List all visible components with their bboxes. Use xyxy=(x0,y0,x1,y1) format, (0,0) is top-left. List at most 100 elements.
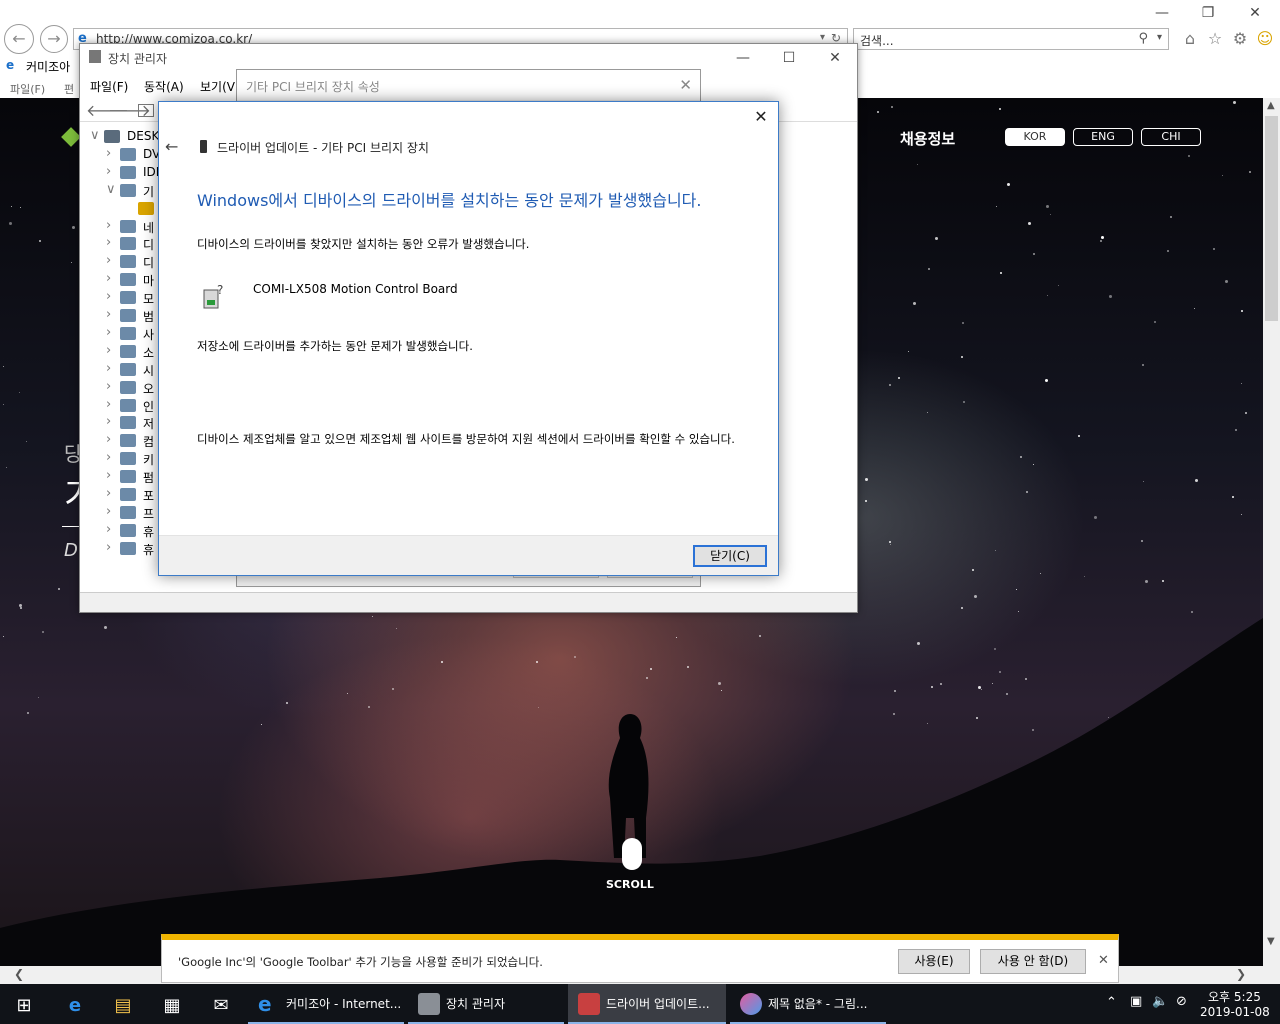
device-category-icon xyxy=(120,291,136,305)
search-icon[interactable]: ⚲ xyxy=(1138,31,1148,46)
back-icon[interactable]: ← xyxy=(4,24,34,54)
browser-tab[interactable]: e 커미조아 xyxy=(0,55,80,77)
dialog-footer: 닫기(C) xyxy=(159,535,778,575)
clock-date[interactable]: 2019-01-08 xyxy=(1200,1005,1270,1019)
device-category-icon xyxy=(104,130,120,143)
lang-eng-button[interactable]: ENG xyxy=(1073,128,1133,146)
file-explorer-icon[interactable]: ▤ xyxy=(99,988,147,1024)
chevron-down-icon[interactable]: ∨ xyxy=(106,182,116,197)
device-category-icon xyxy=(120,237,136,251)
task-device-manager[interactable]: 장치 관리자 xyxy=(408,984,564,1024)
clock-time[interactable]: 오후 5:25 xyxy=(1208,988,1261,1005)
tree-item-label: 디 xyxy=(143,238,155,253)
chevron-right-icon[interactable]: › xyxy=(106,164,111,179)
scroll-thumb[interactable] xyxy=(1265,116,1278,321)
chevron-right-icon[interactable]: › xyxy=(106,218,111,233)
vertical-scrollbar[interactable]: ▲ ▼ xyxy=(1263,98,1280,966)
close-icon[interactable]: ✕ xyxy=(820,49,850,67)
network-icon[interactable]: ▣ xyxy=(1130,994,1142,1009)
tree-item-label: 휴 xyxy=(143,542,155,557)
smiley-icon[interactable]: ☺ xyxy=(1255,28,1275,50)
chevron-right-icon[interactable]: › xyxy=(106,504,111,519)
task-label: 제목 없음* - 그림... xyxy=(768,997,868,1011)
chevron-right-icon[interactable]: › xyxy=(106,361,111,376)
chevron-right-icon[interactable]: › xyxy=(106,450,111,465)
menu-action[interactable]: 동작(A) xyxy=(144,78,184,95)
chevron-right-icon[interactable]: › xyxy=(106,540,111,555)
driver-update-icon xyxy=(578,993,600,1015)
chevron-right-icon[interactable]: › xyxy=(106,271,111,286)
device-category-icon xyxy=(120,326,136,340)
gear-icon[interactable]: ⚙ xyxy=(1230,28,1250,50)
chevron-right-icon[interactable]: › xyxy=(106,414,111,429)
chevron-right-icon[interactable]: › xyxy=(106,468,111,483)
device-category-icon xyxy=(120,362,136,376)
chevron-down-icon[interactable]: ▾ xyxy=(1157,32,1162,43)
driver-update-dialog[interactable]: ✕ ← 드라이버 업데이트 - 기타 PCI 브리지 장치 Windows에서 … xyxy=(158,101,779,576)
chevron-down-icon[interactable]: ∨ xyxy=(90,128,100,143)
chevron-right-icon[interactable]: › xyxy=(106,397,111,412)
scroll-left-icon[interactable]: ❮ xyxy=(14,967,24,981)
dropdown-icon[interactable]: ▾ xyxy=(820,32,825,43)
tree-item-label: 모 xyxy=(143,292,155,307)
mail-icon[interactable]: ✉ xyxy=(197,988,245,1024)
menu-file[interactable]: 파일(F) xyxy=(90,78,128,95)
chevron-right-icon[interactable]: › xyxy=(106,486,111,501)
close-icon[interactable]: ✕ xyxy=(679,76,692,94)
device-category-icon xyxy=(120,434,136,448)
scroll-label[interactable]: SCROLL xyxy=(606,878,654,891)
edge-icon[interactable]: e xyxy=(51,988,99,1024)
tree-item-label: 키 xyxy=(143,453,155,468)
scroll-down-icon[interactable]: ▼ xyxy=(1267,936,1275,947)
tree-item-label: 범 xyxy=(143,310,155,324)
chevron-right-icon[interactable]: › xyxy=(106,289,111,304)
lang-kor-button[interactable]: KOR xyxy=(1005,128,1065,146)
menu-edit[interactable]: 편 xyxy=(64,81,74,97)
notification-off-icon[interactable]: ⊘ xyxy=(1176,994,1187,1009)
window-title: 장치 관리자 xyxy=(108,52,168,66)
chevron-right-icon[interactable]: › xyxy=(106,343,111,358)
chevron-right-icon[interactable]: › xyxy=(106,235,111,250)
maximize-icon[interactable]: ☐ xyxy=(774,49,804,67)
search-input[interactable]: 검색... ⚲ ▾ xyxy=(853,28,1169,50)
tab-title: 커미조아 xyxy=(26,60,71,74)
forward-icon[interactable]: → xyxy=(40,25,68,53)
chevron-right-icon[interactable]: › xyxy=(106,522,111,537)
favorites-star-icon[interactable]: ☆ xyxy=(1205,28,1225,50)
lang-chi-button[interactable]: CHI xyxy=(1141,128,1201,146)
chevron-right-icon[interactable]: › xyxy=(106,146,111,161)
ie-icon: e xyxy=(258,992,272,1016)
properties-icon[interactable] xyxy=(138,104,154,117)
chevron-right-icon[interactable]: › xyxy=(106,379,111,394)
tree-item-label: 저 xyxy=(143,417,155,432)
close-icon[interactable]: ✕ xyxy=(1240,4,1270,22)
chevron-right-icon[interactable]: › xyxy=(106,307,111,322)
unknown-device-icon: ? xyxy=(203,283,223,309)
minimize-icon[interactable]: — xyxy=(1147,4,1177,22)
task-driver-update[interactable]: 드라이버 업데이트... xyxy=(568,984,726,1024)
nav-recruit[interactable]: 채용정보 xyxy=(900,128,955,149)
chevron-right-icon[interactable]: › xyxy=(106,325,111,340)
windows-start-icon[interactable]: ⊞ xyxy=(0,988,48,1024)
chevron-right-icon[interactable]: › xyxy=(106,432,111,447)
enable-button[interactable]: 사용(E) xyxy=(898,949,970,974)
menu-file[interactable]: 파일(F) xyxy=(10,81,45,97)
volume-icon[interactable]: 🔈 xyxy=(1152,994,1168,1009)
minimize-icon[interactable]: — xyxy=(728,49,758,67)
chevron-up-icon[interactable]: ⌃ xyxy=(1106,995,1117,1010)
close-icon[interactable]: ✕ xyxy=(748,106,774,128)
close-button[interactable]: 닫기(C) xyxy=(693,545,767,567)
scroll-right-icon[interactable]: ❯ xyxy=(1236,967,1246,981)
store-icon[interactable]: ▦ xyxy=(148,988,196,1024)
home-icon[interactable]: ⌂ xyxy=(1180,28,1200,50)
restore-icon[interactable]: ❐ xyxy=(1193,4,1223,22)
tree-item-label: 시 xyxy=(143,363,155,378)
task-internet-explorer[interactable]: e 커미조아 - Internet... xyxy=(248,984,404,1024)
chevron-right-icon[interactable]: › xyxy=(106,253,111,268)
scroll-up-icon[interactable]: ▲ xyxy=(1267,100,1275,111)
task-paint[interactable]: 제목 없음* - 그림... xyxy=(730,984,886,1024)
back-arrow-icon[interactable]: ← xyxy=(165,137,178,156)
disable-button[interactable]: 사용 안 함(D) xyxy=(980,949,1086,974)
close-icon[interactable]: ✕ xyxy=(1098,953,1109,968)
menu-view[interactable]: 보기(V) xyxy=(200,78,240,95)
